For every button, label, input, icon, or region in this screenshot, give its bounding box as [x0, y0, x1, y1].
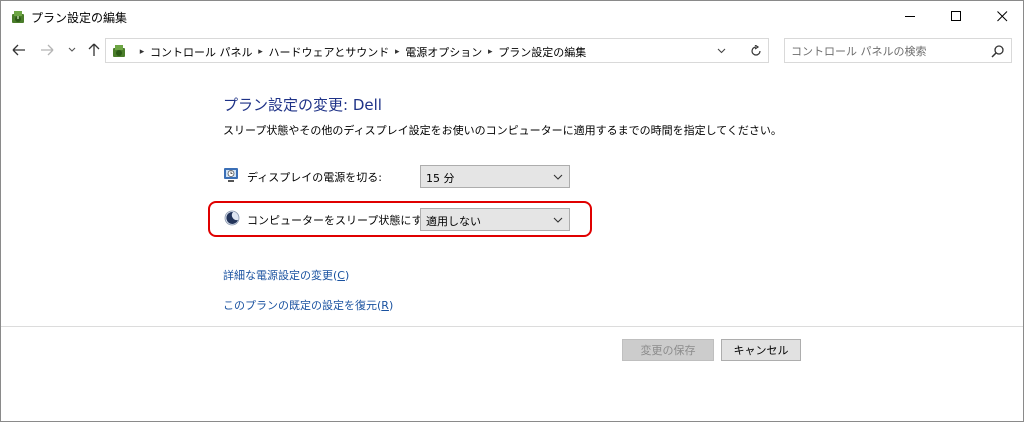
maximize-icon [950, 11, 961, 21]
close-button[interactable] [979, 1, 1024, 32]
refresh-icon [750, 44, 761, 56]
power-options-icon [113, 45, 125, 57]
advanced-link-accesskey: C [337, 269, 345, 282]
address-bar[interactable]: ▸ コントロール パネル ▸ ハードウェアとサウンド ▸ 電源オプション ▸ プ… [105, 38, 769, 63]
power-options-icon [12, 11, 24, 23]
back-button[interactable] [11, 42, 27, 58]
edit-plan-settings-window: プラン設定の編集 ▸ コントロール パネル ▸ ハードウェアとサウンド ▸ 電源… [0, 0, 1024, 422]
title-bar: プラン設定の編集 [1, 1, 1023, 32]
search-icon[interactable] [991, 44, 1005, 58]
breadcrumb: ▸ コントロール パネル ▸ ハードウェアとサウンド ▸ 電源オプション ▸ プ… [134, 44, 587, 60]
maximize-button[interactable] [933, 1, 979, 32]
restore-defaults-link[interactable]: このプランの既定の設定を復元(R) [223, 297, 393, 313]
save-changes-button[interactable]: 変更の保存 [622, 339, 714, 361]
up-button[interactable] [86, 42, 102, 58]
arrow-up-icon [88, 43, 100, 56]
search-box[interactable] [784, 38, 1012, 63]
advanced-link-text: 詳細な電源設定の変更( [223, 269, 338, 282]
chevron-down-icon [553, 217, 563, 223]
navigation-bar: ▸ コントロール パネル ▸ ハードウェアとサウンド ▸ 電源オプション ▸ プ… [1, 32, 1023, 70]
breadcrumb-hardware-sound[interactable]: ハードウェアとサウンド [269, 44, 390, 60]
advanced-link-end: ) [344, 269, 350, 282]
close-icon [996, 11, 1007, 22]
chevron-down-icon [717, 48, 725, 53]
chevron-down-icon [553, 174, 563, 180]
display-off-label: ディスプレイの電源を切る: [247, 171, 382, 184]
minimize-icon [904, 16, 915, 17]
forward-button[interactable] [39, 42, 55, 58]
chevron-right-icon[interactable]: ▸ [389, 47, 405, 57]
sleep-label: コンピューターをスリープ状態にする: [247, 214, 438, 227]
page-description: スリープ状態やその他のディスプレイ設定をお使いのコンピューターに適用するまでの時… [223, 124, 782, 137]
arrow-left-icon [12, 44, 25, 56]
display-off-value: 15 分 [426, 172, 455, 185]
arrow-right-icon [41, 44, 54, 56]
chevron-right-icon[interactable]: ▸ [482, 47, 498, 57]
restore-link-end: ) [388, 299, 394, 312]
breadcrumb-power-options[interactable]: 電源オプション [405, 44, 482, 60]
chevron-right-icon[interactable]: ▸ [253, 47, 269, 57]
restore-link-text: このプランの既定の設定を復元( [223, 299, 382, 312]
refresh-button[interactable] [743, 38, 769, 63]
advanced-power-settings-link[interactable]: 詳細な電源設定の変更(C) [223, 267, 349, 283]
minimize-button[interactable] [887, 1, 933, 32]
chevron-right-icon[interactable]: ▸ [134, 47, 150, 57]
address-history-button[interactable] [709, 38, 733, 63]
sleep-value: 適用しない [426, 215, 481, 228]
sleep-select[interactable]: 適用しない [420, 208, 570, 231]
window-title: プラン設定の編集 [31, 11, 128, 25]
search-input[interactable] [791, 42, 981, 60]
restore-link-accesskey: R [381, 299, 389, 312]
recent-locations-button[interactable] [64, 42, 80, 58]
chevron-down-icon [68, 47, 76, 52]
cancel-button[interactable]: キャンセル [721, 339, 801, 361]
page-title: プラン設定の変更: Dell [223, 96, 382, 114]
footer-divider [1, 326, 1023, 327]
breadcrumb-edit-plan[interactable]: プラン設定の編集 [498, 44, 586, 60]
display-off-select[interactable]: 15 分 [420, 165, 570, 188]
display-icon [224, 168, 238, 182]
breadcrumb-control-panel[interactable]: コントロール パネル [150, 44, 253, 60]
sleep-moon-icon [224, 210, 240, 226]
